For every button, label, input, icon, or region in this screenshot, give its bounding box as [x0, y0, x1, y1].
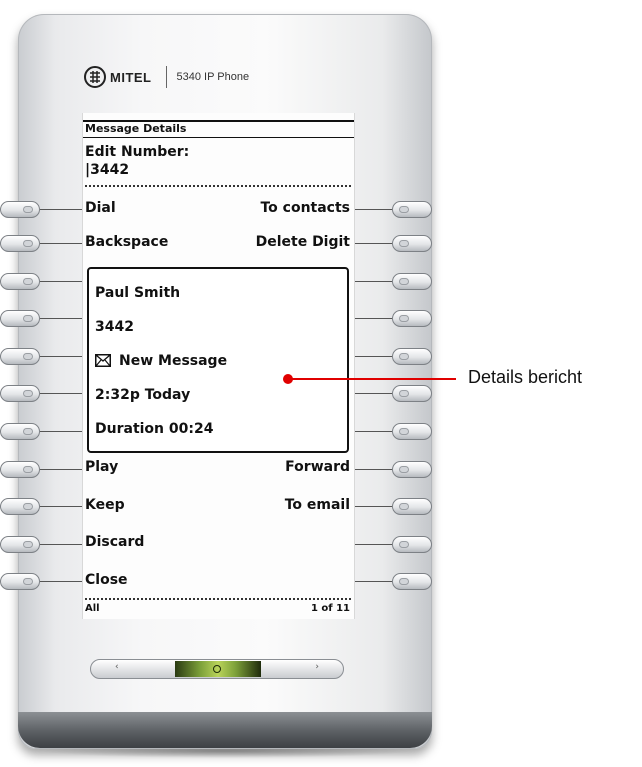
- edit-number-label: Edit Number:: [85, 144, 190, 160]
- edit-number-field[interactable]: |3442: [85, 162, 129, 178]
- keep-key-label[interactable]: Keep: [85, 497, 125, 513]
- navigation-select-icon: [213, 665, 221, 673]
- left-softkey-4[interactable]: [0, 310, 40, 327]
- message-status: New Message: [95, 353, 227, 371]
- lead-line: [40, 469, 86, 470]
- dial-key-label[interactable]: Dial: [85, 200, 116, 216]
- lead-line: [40, 506, 86, 507]
- callout-label: Details bericht: [468, 367, 583, 387]
- model-name: 5340 IP Phone: [176, 71, 250, 83]
- lead-line: [352, 506, 392, 507]
- left-softkey-3[interactable]: [0, 273, 40, 290]
- right-softkey-3[interactable]: [392, 273, 432, 290]
- lead-line: [40, 581, 86, 582]
- lead-line: [40, 544, 86, 545]
- right-softkey-7[interactable]: [392, 423, 432, 440]
- left-softkey-7[interactable]: [0, 423, 40, 440]
- page-indicator: 1 of 11: [310, 603, 350, 614]
- right-softkey-10[interactable]: [392, 536, 432, 553]
- lead-line: [352, 581, 392, 582]
- left-softkey-6[interactable]: [0, 385, 40, 402]
- right-softkey-1[interactable]: [392, 201, 432, 218]
- caller-name: Paul Smith: [95, 285, 181, 301]
- screen-title: Message Details: [83, 120, 354, 138]
- lead-line: [40, 356, 86, 357]
- navigation-bar[interactable]: ‹ ›: [90, 659, 344, 679]
- right-softkey-6[interactable]: [392, 385, 432, 402]
- right-softkey-8[interactable]: [392, 461, 432, 478]
- brand-divider: [165, 66, 167, 88]
- close-key-label[interactable]: Close: [85, 572, 128, 588]
- envelope-icon: [95, 354, 111, 371]
- right-softkey-4[interactable]: [392, 310, 432, 327]
- lead-line: [40, 281, 86, 282]
- message-time: 2:32p Today: [95, 387, 191, 403]
- navigation-select-button[interactable]: [175, 661, 261, 677]
- lead-line: [40, 209, 86, 210]
- message-duration: Duration 00:24: [95, 421, 214, 437]
- to-contacts-key-label[interactable]: To contacts: [260, 200, 350, 216]
- lead-line: [40, 393, 86, 394]
- lead-line: [352, 281, 392, 282]
- lead-line: [352, 209, 392, 210]
- brand-name: MITEL: [110, 69, 152, 85]
- to-email-key-label[interactable]: To email: [285, 497, 350, 513]
- lead-line: [352, 356, 392, 357]
- callout-line: [292, 378, 456, 380]
- right-softkey-9[interactable]: [392, 498, 432, 515]
- separator: [85, 185, 351, 187]
- nav-right-arrow[interactable]: ›: [315, 662, 319, 672]
- message-details-box: Paul Smith 3442 New Message 2:32p Today …: [87, 267, 349, 453]
- left-softkey-1[interactable]: [0, 201, 40, 218]
- lead-line: [352, 243, 392, 244]
- discard-key-label[interactable]: Discard: [85, 534, 144, 550]
- nav-left-arrow[interactable]: ‹: [115, 662, 119, 672]
- lead-line: [352, 318, 392, 319]
- left-softkey-8[interactable]: [0, 461, 40, 478]
- lead-line: [40, 243, 86, 244]
- phone-display: Message Details Edit Number: |3442 Dial …: [82, 113, 355, 619]
- backspace-key-label[interactable]: Backspace: [85, 234, 168, 250]
- left-softkey-5[interactable]: [0, 348, 40, 365]
- right-softkey-2[interactable]: [392, 235, 432, 252]
- filter-label: All: [85, 603, 100, 614]
- right-softkey-11[interactable]: [392, 573, 432, 590]
- right-softkey-5[interactable]: [392, 348, 432, 365]
- lead-line: [40, 431, 86, 432]
- play-key-label[interactable]: Play: [85, 459, 118, 475]
- left-softkey-11[interactable]: [0, 573, 40, 590]
- brand-header: MITEL 5340 IP Phone: [84, 64, 249, 90]
- left-softkey-10[interactable]: [0, 536, 40, 553]
- caller-number: 3442: [95, 319, 134, 335]
- left-softkey-9[interactable]: [0, 498, 40, 515]
- lead-line: [352, 469, 392, 470]
- lead-line: [40, 318, 86, 319]
- forward-key-label[interactable]: Forward: [285, 459, 350, 475]
- separator: [85, 598, 351, 600]
- lead-line: [352, 544, 392, 545]
- mitel-logo-icon: [84, 66, 106, 88]
- left-softkey-2[interactable]: [0, 235, 40, 252]
- message-status-label: New Message: [119, 353, 228, 369]
- lead-line: [352, 431, 392, 432]
- lead-line: [352, 393, 392, 394]
- delete-digit-key-label[interactable]: Delete Digit: [256, 234, 350, 250]
- phone-base: [18, 712, 432, 748]
